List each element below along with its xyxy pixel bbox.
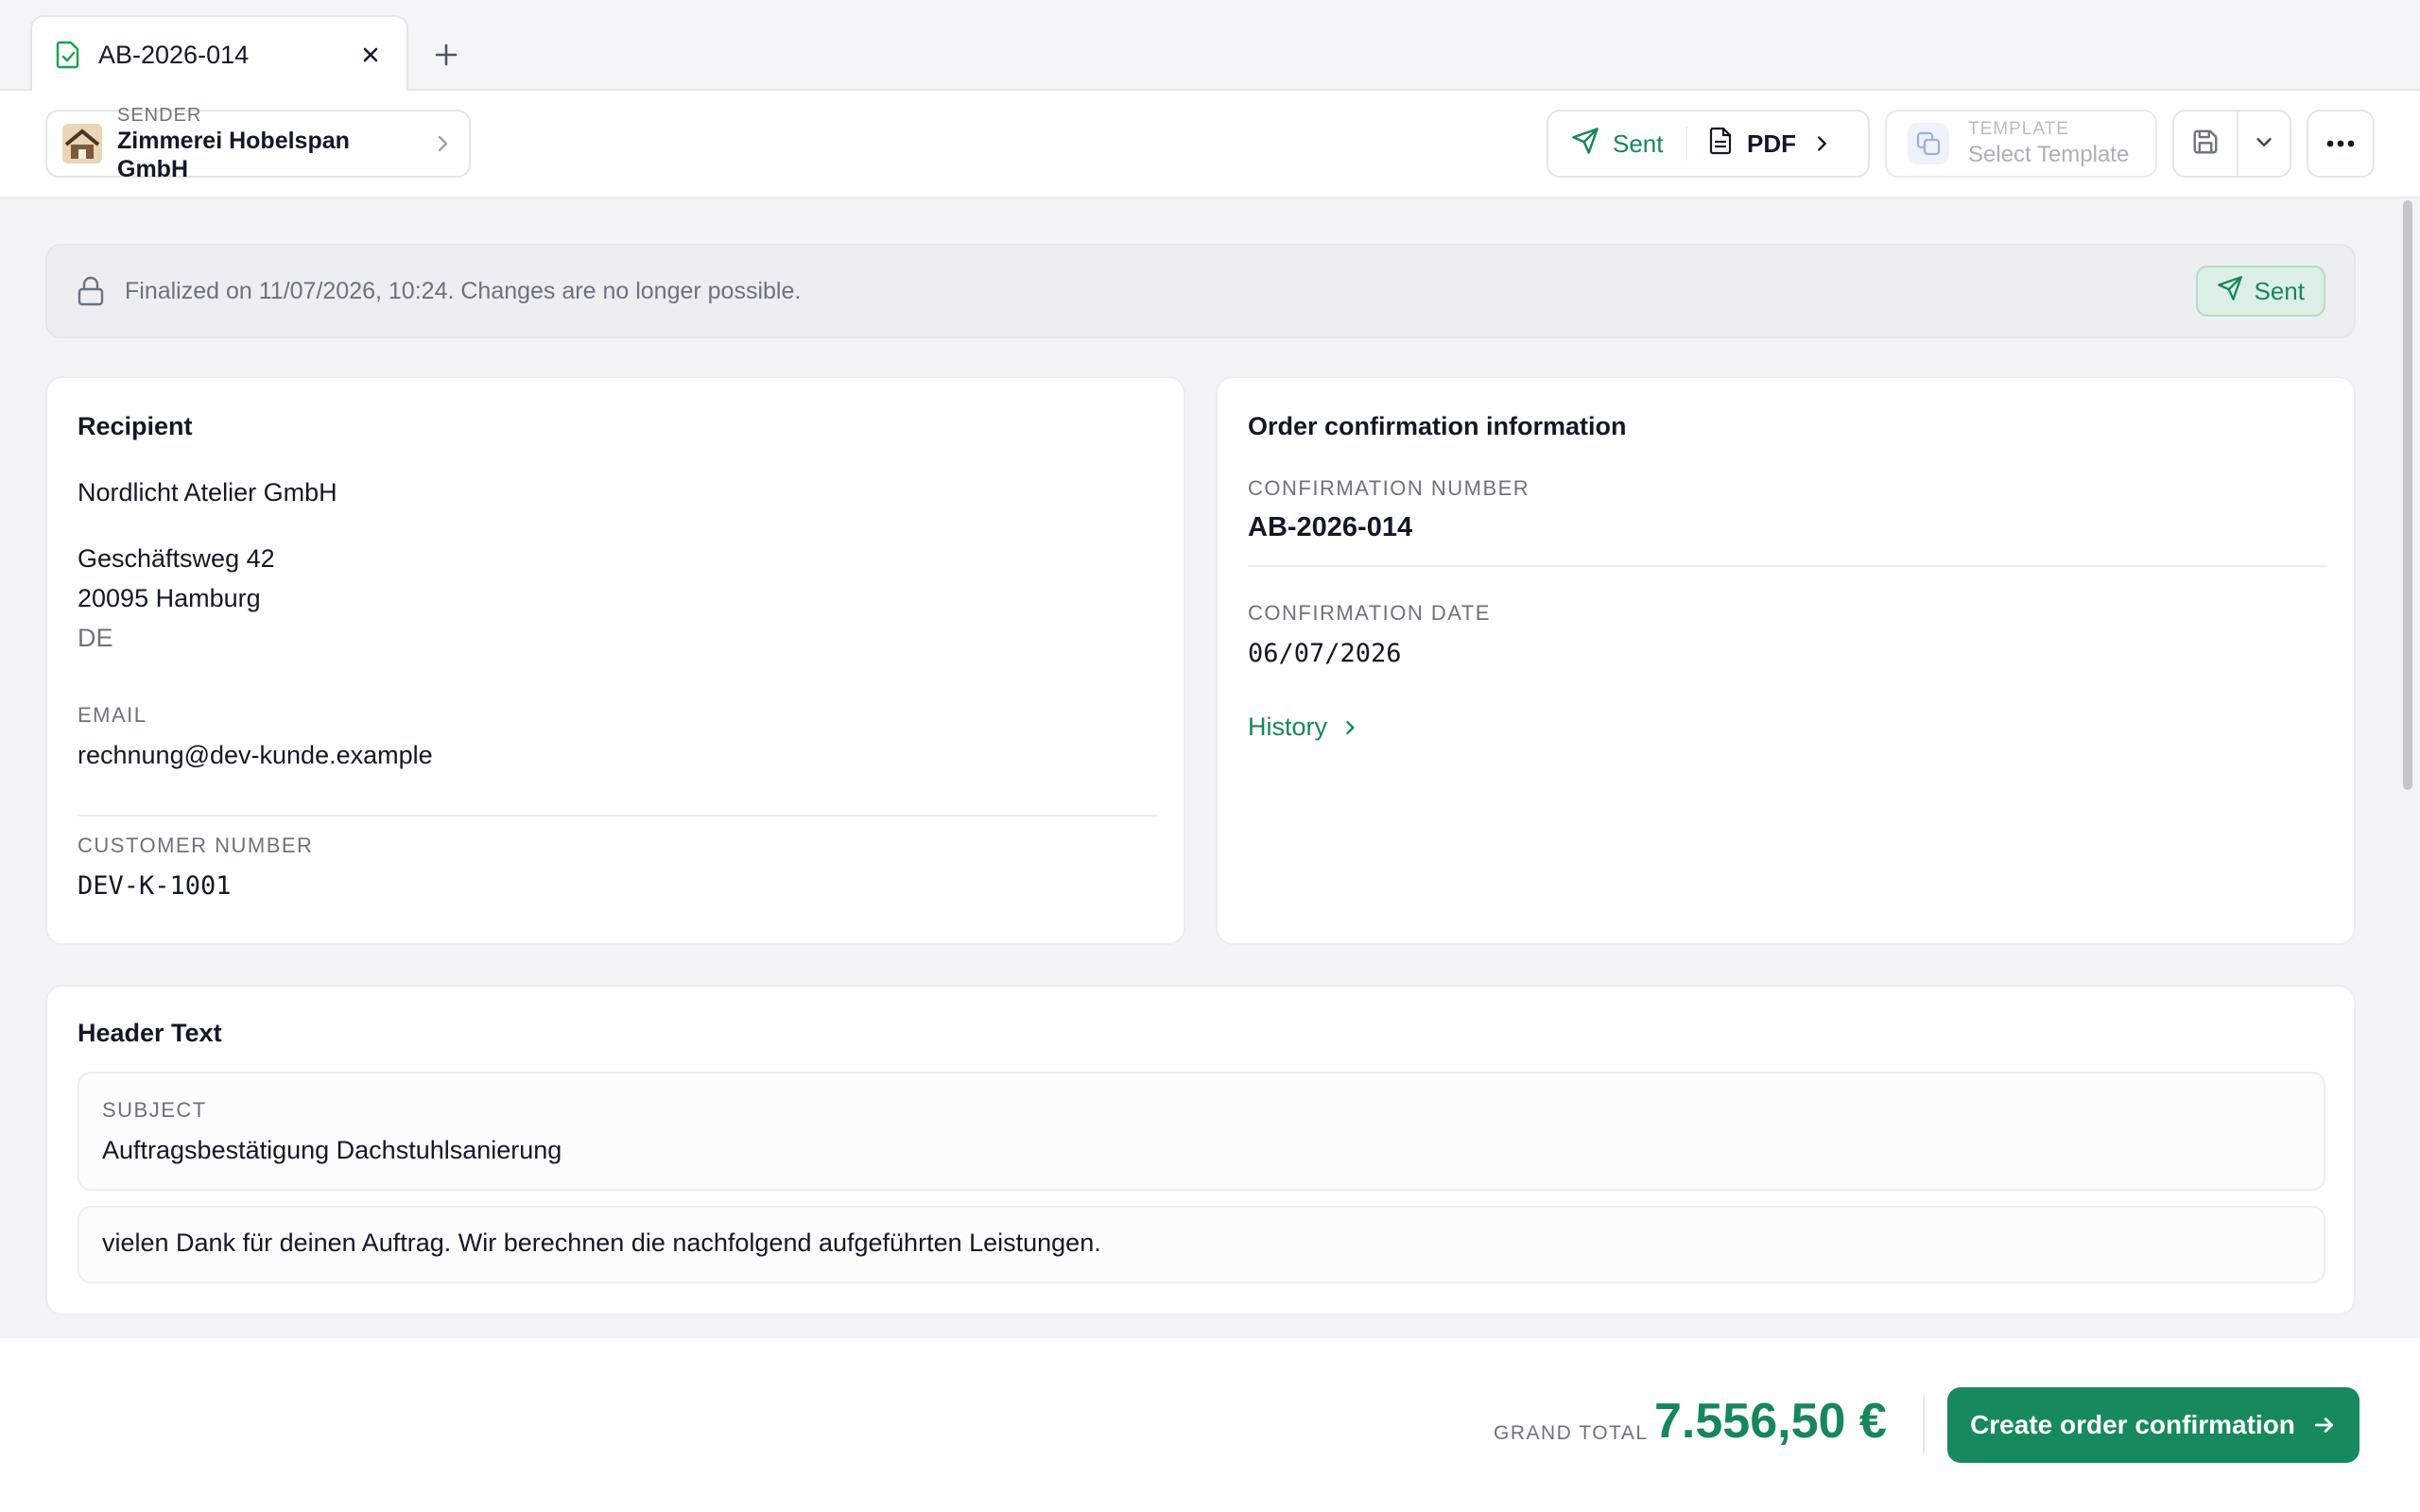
header-body-text: vielen Dank für deinen Auftrag. Wir bere…	[102, 1228, 1101, 1257]
save-icon	[2191, 128, 2220, 161]
confirmation-date: 06/07/2026	[1248, 639, 1402, 668]
divider	[1923, 1395, 1925, 1453]
customer-number: DEV-K-1001	[78, 871, 232, 901]
sent-status-badge[interactable]: Sent	[2195, 266, 2325, 317]
history-label: History	[1248, 713, 1328, 741]
chevron-right-icon	[431, 132, 454, 155]
save-group	[2172, 110, 2291, 178]
header-text-title: Header Text	[78, 1019, 222, 1047]
finalized-text: Finalized on 11/07/2026, 10:24. Changes …	[125, 277, 802, 304]
confirmation-number: AB-2026-014	[1248, 512, 1413, 542]
toolbar: SENDER Zimmerei Hobelspan GmbH Sent PDF	[0, 91, 2420, 198]
sender-caption: SENDER	[117, 105, 202, 126]
chevron-right-icon	[1811, 133, 1845, 154]
divider	[1248, 565, 2327, 567]
send-icon	[2217, 275, 2255, 308]
arrow-right-icon	[2295, 1413, 2337, 1437]
template-caption: TEMPLATE	[1968, 119, 2069, 139]
grand-total-caption: GRAND TOTAL	[1494, 1422, 1649, 1444]
recipient-email[interactable]: rechnung@dev-kunde.example	[78, 741, 433, 770]
save-button[interactable]	[2174, 112, 2238, 176]
tab-bar: AB-2026-014	[0, 0, 2420, 93]
sender-selector[interactable]: SENDER Zimmerei Hobelspan GmbH	[45, 105, 471, 182]
pdf-button[interactable]: PDF	[1686, 112, 1868, 176]
template-copy-icon	[1908, 123, 1949, 164]
order-info-title: Order confirmation information	[1248, 412, 1627, 440]
pdf-document-icon	[1709, 127, 1747, 162]
close-icon[interactable]	[357, 42, 384, 68]
subject-value: Auftragsbestätigung Dachstuhlsanierung	[102, 1136, 562, 1164]
grand-total-value: 7.556,50 €	[1654, 1394, 1887, 1449]
chevron-right-icon	[1340, 718, 1359, 737]
order-info-card: Order confirmation information CONFIRMAT…	[1216, 376, 2356, 945]
template-selector[interactable]: TEMPLATE Select Template	[1885, 110, 2157, 178]
recipient-city: 20095 Hamburg	[78, 584, 261, 612]
subject-caption: SUBJECT	[102, 1098, 207, 1122]
email-caption: EMAIL	[78, 703, 147, 727]
create-order-confirmation-button[interactable]: Create order confirmation	[1947, 1387, 2360, 1463]
header-body-field[interactable]: vielen Dank für deinen Auftrag. Wir bere…	[78, 1206, 2325, 1283]
recipient-street: Geschäftsweg 42	[78, 544, 275, 573]
save-options-dropdown[interactable]	[2238, 112, 2290, 176]
customer-number-caption: CUSTOMER NUMBER	[78, 833, 314, 857]
subject-field[interactable]: SUBJECT Auftragsbestätigung Dachstuhlsan…	[78, 1072, 2325, 1191]
scrollbar[interactable]	[2403, 200, 2412, 790]
send-icon	[1571, 127, 1613, 162]
plus-icon[interactable]	[425, 34, 467, 76]
document-check-icon	[55, 41, 81, 69]
lock-icon	[76, 275, 106, 307]
sender-name: Zimmerei Hobelspan GmbH	[117, 128, 350, 182]
document-tab[interactable]: AB-2026-014	[30, 15, 408, 93]
recipient-country: DE	[78, 624, 113, 652]
divider	[78, 815, 1157, 816]
confirmation-date-caption: CONFIRMATION DATE	[1248, 601, 1491, 625]
recipient-title: Recipient	[78, 412, 193, 440]
sent-button[interactable]: Sent	[1548, 112, 1686, 176]
tab-label: AB-2026-014	[98, 40, 250, 69]
pdf-label: PDF	[1747, 129, 1796, 158]
recipient-company: Nordlicht Atelier GmbH	[78, 478, 337, 507]
status-pdf-group: Sent PDF	[1547, 110, 1870, 178]
badge-label: Sent	[2254, 276, 2306, 305]
sent-label: Sent	[1613, 129, 1664, 158]
confirmation-number-caption: CONFIRMATION NUMBER	[1248, 476, 1530, 500]
finalized-banner: Finalized on 11/07/2026, 10:24. Changes …	[45, 244, 2356, 338]
chevron-down-icon	[2254, 131, 2274, 157]
more-icon	[2326, 135, 2355, 152]
recipient-card: Recipient Nordlicht Atelier GmbH Geschäf…	[45, 376, 1185, 945]
building-logo	[62, 124, 102, 163]
more-button[interactable]	[2307, 110, 2375, 178]
create-button-label: Create order confirmation	[1970, 1410, 2295, 1439]
header-text-card: Header Text SUBJECT Auftragsbestätigung …	[45, 985, 2356, 1315]
template-value: Select Template	[1968, 142, 2130, 167]
history-link[interactable]: History	[1248, 713, 1359, 742]
